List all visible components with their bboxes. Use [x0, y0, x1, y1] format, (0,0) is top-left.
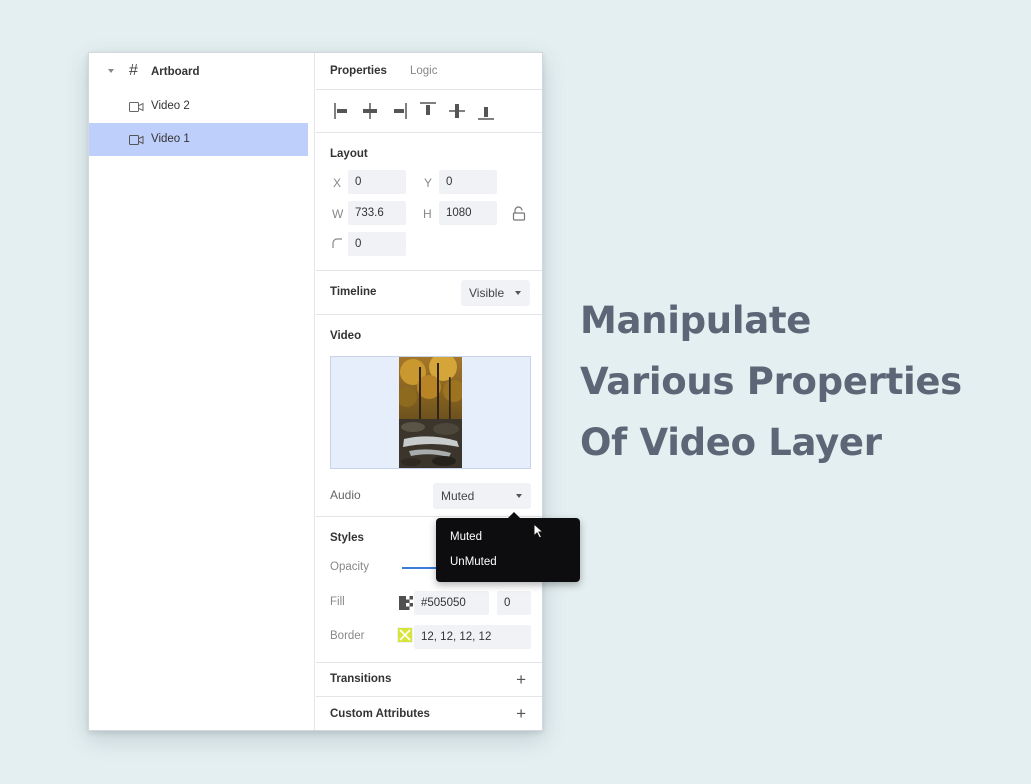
layer-video-1[interactable]: Video 1 — [89, 123, 308, 156]
tab-properties[interactable]: Properties — [330, 65, 387, 77]
align-bottom-icon[interactable] — [475, 100, 497, 122]
align-top-icon[interactable] — [417, 100, 439, 122]
layer-artboard-label: Artboard — [151, 66, 200, 78]
x-field[interactable]: 0 — [348, 170, 406, 194]
collapse-caret-icon[interactable] — [108, 69, 114, 73]
custom-attributes-title: Custom Attributes — [330, 708, 430, 720]
video-thumbnail-image — [399, 357, 462, 468]
headline-line-1: Manipulate — [580, 299, 812, 342]
layers-panel: # Artboard Video 2 Video 1 — [89, 53, 315, 730]
layer-video-2-label: Video 2 — [151, 100, 190, 112]
fill-color-field[interactable]: #505050 — [414, 591, 489, 615]
styles-title: Styles — [330, 532, 364, 544]
add-transition-plus-icon[interactable]: + — [516, 671, 526, 688]
tab-logic[interactable]: Logic — [410, 65, 438, 77]
corner-radius-field[interactable]: 0 — [348, 232, 406, 256]
layer-video-2[interactable]: Video 2 — [89, 90, 308, 123]
transitions-section: Transitions + — [316, 663, 542, 697]
layout-section: Layout X 0 Y 0 W 733.6 H 1080 0 — [316, 133, 542, 271]
opacity-label: Opacity — [330, 561, 369, 573]
audio-dropdown[interactable]: Muted — [433, 483, 531, 509]
headline-line-3: Of Video Layer — [580, 421, 882, 464]
artboard-icon: # — [129, 62, 138, 79]
panel-tabs: Properties Logic — [316, 53, 542, 90]
timeline-title: Timeline — [330, 286, 377, 298]
video-camera-icon — [129, 102, 144, 112]
fill-opacity-field[interactable]: 0 — [497, 591, 531, 615]
mouse-cursor-icon — [533, 523, 545, 539]
custom-attributes-section: Custom Attributes + — [316, 697, 542, 731]
border-width-field[interactable]: 12, 12, 12, 12 — [414, 625, 531, 649]
timeline-visibility-value: Visible — [469, 286, 505, 300]
menu-item-muted[interactable]: Muted — [450, 531, 482, 543]
video-preview[interactable] — [330, 356, 531, 469]
y-field[interactable]: 0 — [439, 170, 497, 194]
menu-item-unmuted[interactable]: UnMuted — [450, 556, 497, 568]
width-field[interactable]: 733.6 — [348, 201, 406, 225]
layout-title: Layout — [330, 148, 368, 160]
fill-label: Fill — [330, 596, 345, 608]
audio-value: Muted — [441, 489, 475, 503]
w-label: W — [332, 207, 344, 221]
align-center-vertical-icon[interactable] — [446, 100, 468, 122]
add-attribute-plus-icon[interactable]: + — [516, 705, 526, 722]
border-color-none-icon[interactable] — [397, 627, 413, 643]
align-right-icon[interactable] — [387, 100, 409, 122]
border-label: Border — [330, 630, 365, 642]
align-center-horizontal-icon[interactable] — [359, 100, 381, 122]
layer-video-1-label: Video 1 — [151, 133, 190, 145]
video-title: Video — [330, 330, 362, 342]
lock-open-icon[interactable] — [512, 206, 526, 221]
alignment-toolbar — [316, 90, 542, 133]
align-left-icon[interactable] — [332, 100, 354, 122]
audio-options-menu: Muted UnMuted — [436, 512, 580, 582]
chevron-down-icon — [515, 291, 521, 295]
height-field[interactable]: 1080 — [439, 201, 497, 225]
chevron-down-icon — [516, 494, 522, 498]
y-label: Y — [424, 176, 433, 190]
properties-panel: Properties Logic Layout X 0 Y 0 W 733.6 … — [316, 53, 542, 730]
transitions-title: Transitions — [330, 673, 392, 685]
fill-color-swatch-icon[interactable] — [399, 596, 413, 610]
headline-line-2: Various Properties — [580, 360, 962, 403]
video-camera-icon — [129, 135, 144, 145]
layer-artboard[interactable]: # Artboard — [89, 55, 315, 88]
editor-window: # Artboard Video 2 Video 1 Properties Lo… — [88, 52, 543, 731]
x-label: X — [333, 176, 342, 190]
timeline-section: Timeline Visible — [316, 271, 542, 315]
feature-headline: Manipulate Various Properties Of Video L… — [580, 290, 962, 473]
timeline-visibility-dropdown[interactable]: Visible — [461, 280, 530, 306]
audio-label: Audio — [330, 488, 361, 502]
corner-radius-icon — [332, 238, 342, 248]
h-label: H — [423, 207, 432, 221]
